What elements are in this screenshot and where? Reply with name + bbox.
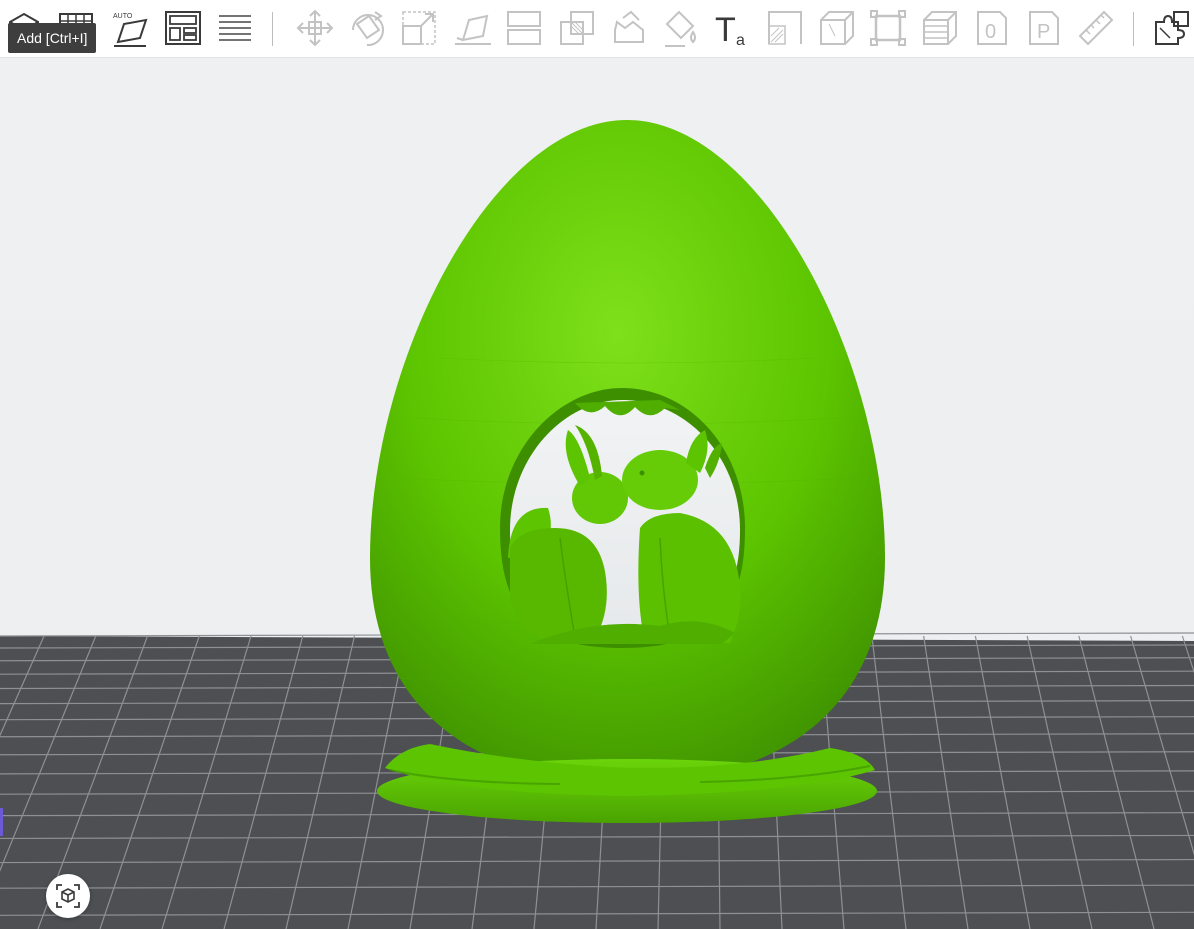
scale-icon[interactable] (397, 6, 441, 50)
measure-icon[interactable] (1074, 6, 1118, 50)
fit-frame-icon[interactable] (866, 6, 910, 50)
axis-indicator (0, 808, 3, 836)
move-icon[interactable] (293, 6, 337, 50)
plate-icon[interactable]: P (1022, 6, 1066, 50)
scene-canvas (0, 120, 1194, 929)
rotate-icon[interactable] (345, 6, 389, 50)
counter-icon[interactable]: 0 (970, 6, 1014, 50)
arrange-icon[interactable] (161, 6, 205, 50)
plate-glyph: P (1037, 21, 1050, 43)
layers-icon[interactable] (213, 6, 257, 50)
text-tool-glyph: T (715, 11, 736, 48)
support-paint-icon[interactable] (607, 6, 651, 50)
text-tool-sub: a (736, 32, 745, 48)
view-cube-icon (56, 884, 80, 908)
boolean-icon[interactable] (555, 6, 599, 50)
auto-label: AUTO (113, 13, 133, 20)
view-cube-button[interactable] (46, 874, 90, 918)
toolbar-separator (272, 12, 273, 46)
auto-orient-icon[interactable]: AUTO (108, 6, 152, 50)
assembly-icon[interactable] (1150, 6, 1194, 50)
cut-icon[interactable] (502, 6, 546, 50)
color-paint-icon[interactable] (659, 6, 703, 50)
seam-icon[interactable] (763, 6, 807, 50)
egg-model[interactable] (370, 120, 885, 783)
counter-glyph: 0 (985, 21, 996, 43)
box-icon[interactable] (815, 6, 859, 50)
main-toolbar: AUTO T a 0 P Add [Ctrl+I] (0, 0, 1194, 58)
text-tool-icon[interactable]: T a (711, 6, 755, 50)
lay-on-face-icon[interactable] (451, 6, 495, 50)
toolbar-separator (1133, 12, 1134, 46)
slice-stack-icon[interactable] (918, 6, 962, 50)
add-tooltip: Add [Ctrl+I] (8, 23, 97, 53)
3d-viewport[interactable] (0, 58, 1194, 929)
